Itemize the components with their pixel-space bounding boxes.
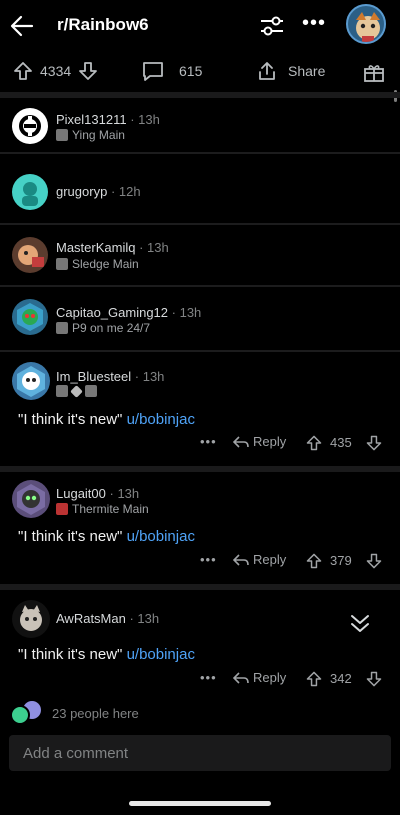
divider	[0, 466, 400, 472]
comment-item[interactable]: Capitao_Gaming12 · 13h P9 on me 24/7	[0, 290, 400, 348]
avatar[interactable]	[12, 237, 48, 273]
home-indicator[interactable]	[129, 801, 271, 806]
username[interactable]: MasterKamilq · 13h	[56, 240, 169, 255]
top-bar: r/Rainbow6 •••	[0, 0, 400, 50]
reply-label: Reply	[253, 434, 287, 449]
comment-item[interactable]: Im_Bluesteel · 13h "I think it's new" u/…	[0, 354, 400, 466]
comment-score: 379	[330, 553, 352, 568]
reply-button[interactable]: Reply	[233, 670, 286, 685]
avatar[interactable]	[12, 108, 48, 144]
upvote-icon[interactable]	[305, 670, 323, 688]
share-button[interactable]: Share	[256, 60, 325, 82]
comment-text: "I think it's new" u/bobinjac	[18, 646, 195, 663]
comment-actions: ••• Reply 342	[0, 670, 400, 692]
comment-actions: ••• Reply 379	[0, 552, 400, 574]
avatar[interactable]	[12, 480, 50, 518]
award-button[interactable]	[362, 60, 386, 84]
comment-item[interactable]: Pixel131211 · 13h Ying Main	[0, 98, 400, 152]
reply-icon	[233, 671, 249, 684]
reply-label: Reply	[253, 670, 287, 685]
username[interactable]: AwRatsMan · 13h	[56, 611, 159, 626]
comment-text: "I think it's new" u/bobinjac	[18, 528, 195, 545]
divider	[0, 350, 400, 352]
sliders-icon[interactable]	[258, 14, 286, 38]
flair-icon	[56, 385, 68, 397]
avatar[interactable]	[12, 299, 48, 335]
upvote-icon[interactable]	[305, 434, 323, 452]
avatar[interactable]	[12, 362, 50, 400]
post-score: 4334	[40, 63, 72, 79]
share-label: Share	[288, 63, 326, 79]
user-avatar[interactable]	[346, 4, 386, 44]
more-horizontal-icon[interactable]: •••	[302, 12, 326, 35]
upvote-icon[interactable]	[305, 552, 323, 570]
more-horizontal-icon[interactable]: •••	[200, 552, 217, 567]
user-mention-link[interactable]: u/bobinjac	[127, 528, 195, 545]
collapse-chevron-icon[interactable]	[348, 612, 372, 634]
avatar[interactable]	[12, 600, 50, 638]
user-flair-icons	[56, 384, 97, 398]
vote-group: 4334	[12, 60, 99, 82]
username[interactable]: Pixel131211 · 13h	[56, 112, 160, 127]
reply-button[interactable]: Reply	[233, 552, 286, 567]
subreddit-title[interactable]: r/Rainbow6	[57, 15, 149, 35]
comment-input[interactable]: Add a comment	[9, 735, 391, 771]
divider	[0, 152, 400, 154]
comment-icon	[143, 62, 163, 81]
comment-count: 615	[179, 63, 203, 79]
flair-icon	[56, 503, 68, 515]
flair-icon	[56, 322, 68, 334]
flair-icon	[70, 384, 83, 398]
share-icon	[259, 62, 275, 80]
user-flair: P9 on me 24/7	[56, 321, 150, 335]
divider	[0, 285, 400, 287]
arrow-left-icon[interactable]	[8, 12, 36, 40]
username[interactable]: Im_Bluesteel · 13h	[56, 369, 164, 384]
flair-icon	[56, 258, 68, 270]
more-horizontal-icon[interactable]: •••	[200, 434, 217, 449]
comment-text: "I think it's new" u/bobinjac	[18, 411, 195, 428]
divider	[0, 584, 400, 590]
divider	[0, 223, 400, 225]
user-flair: Ying Main	[56, 128, 125, 142]
downvote-icon[interactable]	[77, 60, 99, 82]
comment-actions: ••• Reply 435	[0, 434, 400, 456]
user-flair: Thermite Main	[56, 502, 149, 516]
username[interactable]: Capitao_Gaming12 · 13h	[56, 305, 201, 320]
downvote-icon[interactable]	[365, 552, 383, 570]
reply-icon	[233, 553, 249, 566]
comment-score: 342	[330, 671, 352, 686]
flair-icon	[56, 129, 68, 141]
user-mention-link[interactable]: u/bobinjac	[127, 646, 195, 663]
downvote-icon[interactable]	[365, 434, 383, 452]
reply-icon	[233, 435, 249, 448]
gift-icon	[364, 65, 384, 82]
presence-avatars-icon	[10, 701, 41, 725]
upvote-icon[interactable]	[12, 60, 34, 82]
comment-item[interactable]: Lugait00 · 13h Thermite Main "I think it…	[0, 474, 400, 584]
comment-item[interactable]: MasterKamilq · 13h Sledge Main	[0, 227, 400, 285]
comment-input-placeholder: Add a comment	[23, 745, 129, 762]
presence-text: 23 people here	[52, 706, 139, 721]
username[interactable]: grugoryp · 12h	[56, 184, 141, 199]
post-action-bar: 4334 615 Share	[0, 52, 400, 92]
more-horizontal-icon[interactable]: •••	[200, 670, 217, 685]
comment-item[interactable]: grugoryp · 12h	[0, 160, 400, 216]
user-flair: Sledge Main	[56, 257, 139, 271]
comment-item[interactable]: AwRatsMan · 13h "I think it's new" u/bob…	[0, 592, 400, 696]
presence-indicator: 23 people here	[0, 696, 400, 726]
downvote-icon[interactable]	[365, 670, 383, 688]
user-mention-link[interactable]: u/bobinjac	[127, 411, 195, 428]
avatar[interactable]	[12, 174, 48, 210]
reply-label: Reply	[253, 552, 287, 567]
comments-button[interactable]: 615	[141, 60, 202, 82]
comment-score: 435	[330, 435, 352, 450]
reply-button[interactable]: Reply	[233, 434, 286, 449]
username[interactable]: Lugait00 · 13h	[56, 486, 139, 501]
flair-icon	[85, 385, 97, 397]
